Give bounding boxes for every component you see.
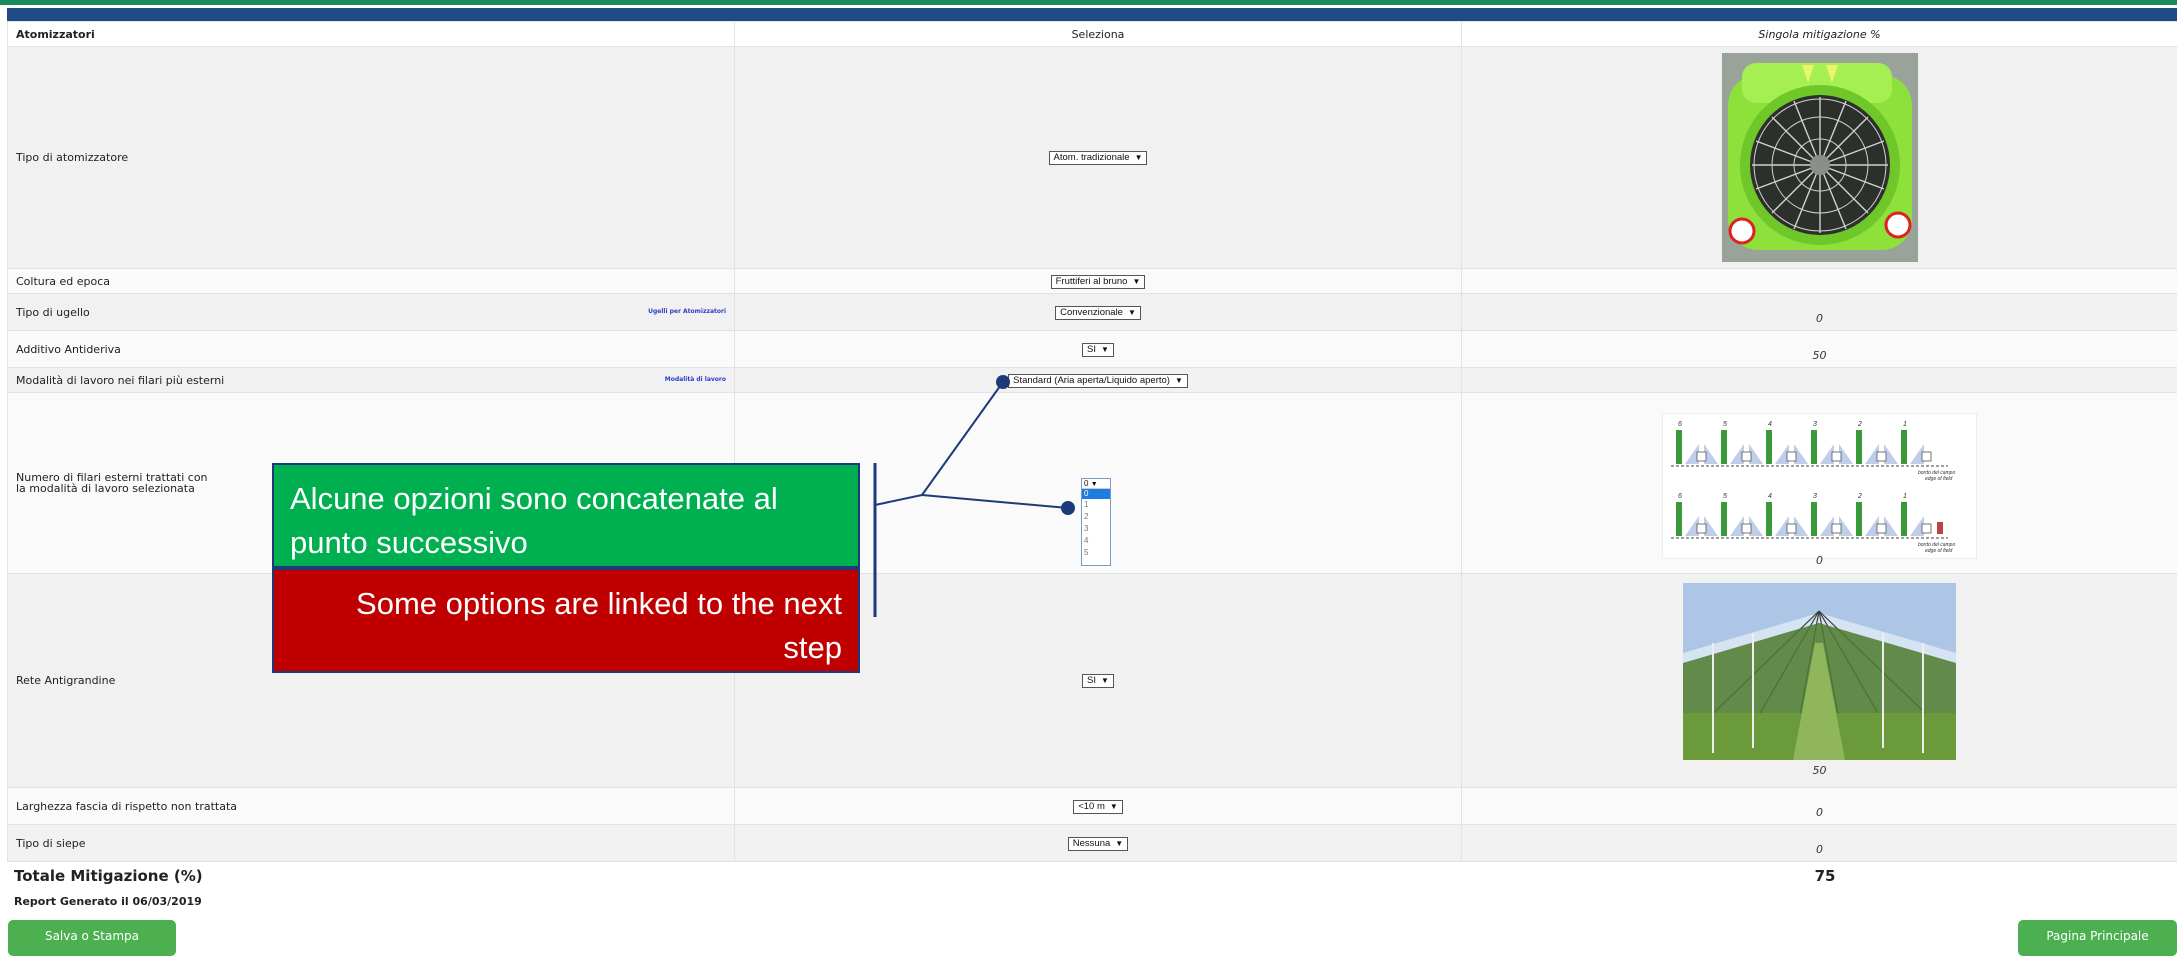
- home-page-button[interactable]: Pagina Principale: [2018, 920, 2177, 956]
- table-header-row: Atomizzatori Seleziona Singola mitigazio…: [8, 22, 2177, 47]
- diagram-num: 4: [1768, 493, 1772, 500]
- report-date: Report Generato il 06/03/2019: [14, 895, 202, 908]
- nozzle-select[interactable]: Convenzionale▼: [1055, 306, 1141, 320]
- row-label-line2: la modalità di lavoro selezionata: [16, 483, 208, 494]
- mitigation-value: 50: [1813, 764, 1827, 777]
- diagram-num: 3: [1813, 493, 1817, 500]
- rows-count-listbox[interactable]: 0 ▼ 0 1 2 3 4 5: [1081, 478, 1111, 566]
- header-mitigazione: Singola mitigazione %: [1758, 28, 1880, 41]
- table-row: Modalità di lavoro nei filari più estern…: [8, 368, 2177, 393]
- hail-net-image: [1683, 583, 1956, 760]
- header-atomizzatori: Atomizzatori: [16, 28, 95, 41]
- work-mode-select[interactable]: Standard (Aria aperta/Liquido aperto)▼: [1008, 374, 1188, 388]
- mitigation-value: 0: [1816, 843, 1823, 856]
- option-5[interactable]: 5: [1082, 547, 1110, 559]
- option-4[interactable]: 4: [1082, 535, 1110, 547]
- diagram-num: 2: [1857, 493, 1862, 500]
- row-label: Tipo di siepe: [16, 837, 86, 850]
- table-row: Tipo di ugello Ugelli per Atomizzatori Co…: [8, 294, 2177, 331]
- nozzle-help-link[interactable]: Ugelli per Atomizzatori: [648, 308, 726, 315]
- table-row: Additivo Antideriva SI▼ 50: [8, 331, 2177, 368]
- row-label: Rete Antigrandine: [16, 674, 115, 687]
- diagram-num: 2: [1857, 421, 1862, 428]
- additive-select[interactable]: SI▼: [1082, 343, 1114, 357]
- option-1[interactable]: 1: [1082, 499, 1110, 511]
- row-label: Additivo Antideriva: [16, 343, 121, 356]
- mitigation-value: 0: [1816, 312, 1823, 325]
- callout-italian: Alcune opzioni sono concatenate al punto…: [272, 463, 860, 568]
- hail-net-select[interactable]: SI▼: [1082, 674, 1114, 688]
- diagram-num: 1: [1903, 421, 1907, 428]
- table-row: Coltura ed epoca Fruttiferi al bruno▼: [8, 269, 2177, 294]
- mitigation-value: 0: [1816, 554, 1823, 567]
- mitigation-table: Atomizzatori Seleziona Singola mitigazio…: [7, 21, 2177, 862]
- diagram-num: 3: [1813, 421, 1817, 428]
- row-label: Tipo di ugello: [16, 306, 90, 319]
- option-2[interactable]: 2: [1082, 511, 1110, 523]
- total-value: 75: [1810, 867, 1840, 885]
- diagram-num: 1: [1903, 493, 1907, 500]
- rows-diagram-image: 6 5 4 3 2 1 6 5 4 3 2 1 bordo del: [1662, 413, 1977, 559]
- mitigation-value: 0: [1816, 806, 1823, 819]
- save-print-button[interactable]: Salva o Stampa: [8, 920, 176, 956]
- row-label: Coltura ed epoca: [16, 275, 110, 288]
- table-row: Larghezza fascia di rispetto non trattat…: [8, 788, 2177, 825]
- atomizer-image: [1722, 53, 1918, 262]
- diagram-num: 6: [1678, 493, 1682, 500]
- buffer-width-select[interactable]: <10 m▼: [1073, 800, 1123, 814]
- crop-select[interactable]: Fruttiferi al bruno▼: [1051, 275, 1146, 289]
- row-label: Tipo di atomizzatore: [16, 151, 128, 164]
- hedge-select[interactable]: Nessuna▼: [1068, 837, 1128, 851]
- row-label: Larghezza fascia di rispetto non trattat…: [16, 800, 237, 813]
- rows-count-current[interactable]: 0 ▼: [1082, 479, 1110, 489]
- table-row: Tipo di atomizzatore Atom. tradizionale▼: [8, 47, 2177, 269]
- mitigation-value: 50: [1813, 349, 1827, 362]
- table-row: Tipo di siepe Nessuna▼ 0: [8, 825, 2177, 862]
- work-mode-help-link[interactable]: Modalità di lavoro: [665, 376, 726, 383]
- diagram-num: 4: [1768, 421, 1772, 428]
- header-seleziona: Seleziona: [1072, 28, 1125, 41]
- option-0[interactable]: 0: [1082, 489, 1110, 499]
- row-label: Modalità di lavoro nei filari più estern…: [16, 374, 224, 387]
- callout-english: Some options are linked to the next step: [272, 568, 860, 673]
- diagram-edge-label: edge of field: [1925, 476, 1952, 482]
- total-label: Totale Mitigazione (%): [14, 867, 203, 885]
- atomizer-type-select[interactable]: Atom. tradizionale▼: [1049, 151, 1148, 165]
- diagram-num: 5: [1723, 421, 1727, 428]
- option-3[interactable]: 3: [1082, 523, 1110, 535]
- diagram-num: 5: [1723, 493, 1727, 500]
- diagram-num: 6: [1678, 421, 1682, 428]
- top-accent-bar: [0, 0, 2177, 5]
- header-band: [7, 8, 2177, 21]
